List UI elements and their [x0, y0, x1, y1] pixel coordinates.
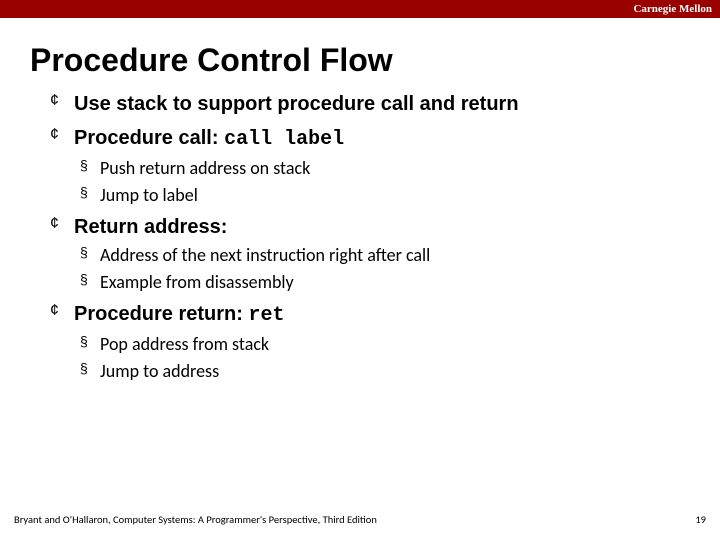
brand-bar: Carnegie Mellon: [0, 0, 720, 18]
footer-credit: Bryant and O'Hallaron, Computer Systems:…: [14, 513, 377, 526]
code-label: label: [163, 184, 198, 206]
subbullet-pop-address: Pop address from stack: [80, 333, 690, 356]
bullet-procedure-return: Procedure return: ret: [50, 301, 690, 329]
subbullet-next-instruction: Address of the next instruction right af…: [80, 244, 690, 267]
slide-title: Procedure Control Flow: [30, 42, 720, 79]
subbullet-push-return: Push return address on stack: [80, 157, 690, 180]
bullet-return-address: Return address:: [50, 214, 690, 240]
subbullet-disassembly-example: Example from disassembly: [80, 271, 690, 294]
bullet-procedure-call-text: Procedure call:: [74, 127, 224, 149]
code-ret: ret: [248, 304, 284, 327]
page-number: 19: [695, 513, 706, 526]
subbullet-jump-label-text: Jump to: [100, 184, 163, 206]
bullet-stack-support: Use stack to support procedure call and …: [50, 91, 690, 117]
brand-text: Carnegie Mellon: [633, 3, 712, 15]
slide-content: Use stack to support procedure call and …: [50, 91, 690, 382]
slide-footer: Bryant and O'Hallaron, Computer Systems:…: [14, 513, 706, 526]
subbullet-jump-address: Jump to address: [80, 360, 690, 383]
bullet-procedure-return-text: Procedure return:: [74, 303, 248, 325]
subbullet-jump-label: Jump to label: [80, 184, 690, 207]
bullet-procedure-call: Procedure call: call label: [50, 125, 690, 153]
code-call-label: call label: [224, 128, 344, 151]
